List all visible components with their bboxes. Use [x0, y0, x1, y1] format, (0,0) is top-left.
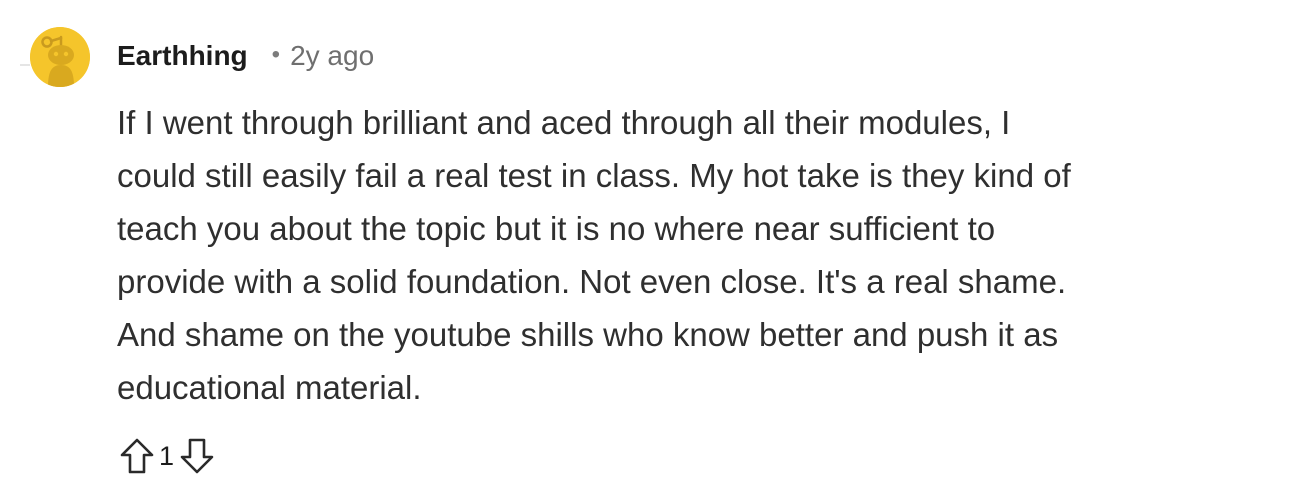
- downvote-arrow-icon: [180, 438, 214, 474]
- comment-timestamp[interactable]: 2y ago: [290, 40, 374, 72]
- comment-body-line: And shame on the youtube shills who know…: [117, 316, 1059, 353]
- vote-score: 1: [159, 440, 175, 471]
- comment-body-line: provide with a solid foundation. Not eve…: [117, 263, 1067, 300]
- comment-meta: Earthhing • 2y ago: [117, 36, 374, 76]
- comment-body-line: could still easily fail a real test in c…: [117, 157, 1071, 194]
- snoo-avatar-icon: [30, 27, 90, 87]
- upvote-arrow-icon: [120, 438, 154, 474]
- upvote-button[interactable]: [116, 434, 158, 478]
- user-avatar[interactable]: [30, 27, 90, 87]
- vote-bar: 1: [116, 434, 218, 478]
- downvote-button[interactable]: [176, 434, 218, 478]
- thread-line: [20, 64, 30, 66]
- comment-body-line: educational material.: [117, 369, 422, 406]
- comment-body: If I went through brilliant and aced thr…: [117, 96, 1267, 414]
- comment-body-line: If I went through brilliant and aced thr…: [117, 104, 1011, 141]
- author-username[interactable]: Earthhing: [117, 40, 248, 72]
- meta-separator: •: [271, 41, 281, 68]
- comment: Earthhing • 2y ago If I went through bri…: [0, 0, 1290, 498]
- comment-body-line: teach you about the topic but it is no w…: [117, 210, 996, 247]
